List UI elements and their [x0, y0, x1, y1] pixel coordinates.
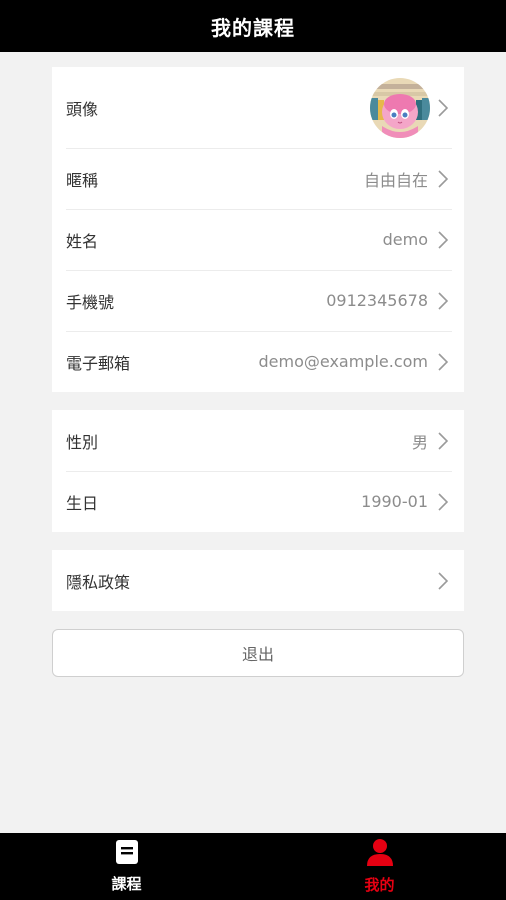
app-header: 我的課程: [0, 0, 506, 52]
email-value: demo@example.com: [258, 352, 429, 371]
privacy-policy-label: 隱私政策: [66, 572, 131, 592]
phone-row[interactable]: 手機號 0912345678: [52, 270, 464, 331]
avatar[interactable]: [370, 77, 430, 138]
avatar-label: 頭像: [66, 99, 99, 119]
name-row[interactable]: 姓名 demo: [52, 209, 464, 270]
tab-courses-label: 課程: [111, 875, 142, 893]
birthday-value: 1990-01: [361, 492, 428, 511]
name-label: 姓名: [66, 231, 99, 251]
gender-label: 性別: [66, 432, 99, 452]
tab-courses[interactable]: 課程: [0, 833, 253, 900]
email-row[interactable]: 電子郵箱 demo@example.com: [52, 331, 464, 392]
book-icon: [115, 839, 139, 869]
avatar-row[interactable]: 頭像: [52, 67, 464, 148]
birthday-label: 生日: [66, 493, 99, 513]
nickname-value: 自由自在: [363, 170, 428, 190]
privacy-policy-row[interactable]: 隱私政策: [52, 550, 464, 611]
nickname-row[interactable]: 暱稱 自由自在: [52, 148, 464, 209]
name-value: demo: [382, 230, 428, 249]
phone-label: 手機號: [66, 292, 115, 312]
personal-card: 性別 男 生日 1990-01: [52, 410, 464, 532]
nickname-label: 暱稱: [66, 170, 99, 190]
tab-mine[interactable]: 我的: [253, 833, 506, 900]
email-label: 電子郵箱: [66, 353, 131, 373]
privacy-card: 隱私政策: [52, 550, 464, 611]
chevron-right-icon: [436, 230, 450, 250]
bottom-tab-bar: 課程 我的: [0, 833, 506, 900]
logout-button[interactable]: 退出: [52, 629, 464, 677]
gender-row[interactable]: 性別 男: [52, 410, 464, 471]
user-icon: [366, 838, 394, 870]
phone-value: 0912345678: [326, 291, 428, 310]
logout-label: 退出: [241, 645, 274, 664]
chevron-right-icon: [436, 98, 450, 118]
chevron-right-icon: [436, 291, 450, 311]
chevron-right-icon: [436, 431, 450, 451]
tab-mine-label: 我的: [364, 876, 395, 894]
birthday-row[interactable]: 生日 1990-01: [52, 471, 464, 532]
profile-card: 頭像 暱稱 自由自在 姓名 demo 手機號 0912345678 電子郵箱 d…: [52, 67, 464, 392]
page-title: 我的課程: [211, 15, 295, 40]
chevron-right-icon: [436, 352, 450, 372]
chevron-right-icon: [436, 571, 450, 591]
chevron-right-icon: [436, 492, 450, 512]
gender-value: 男: [411, 432, 428, 452]
chevron-right-icon: [436, 169, 450, 189]
